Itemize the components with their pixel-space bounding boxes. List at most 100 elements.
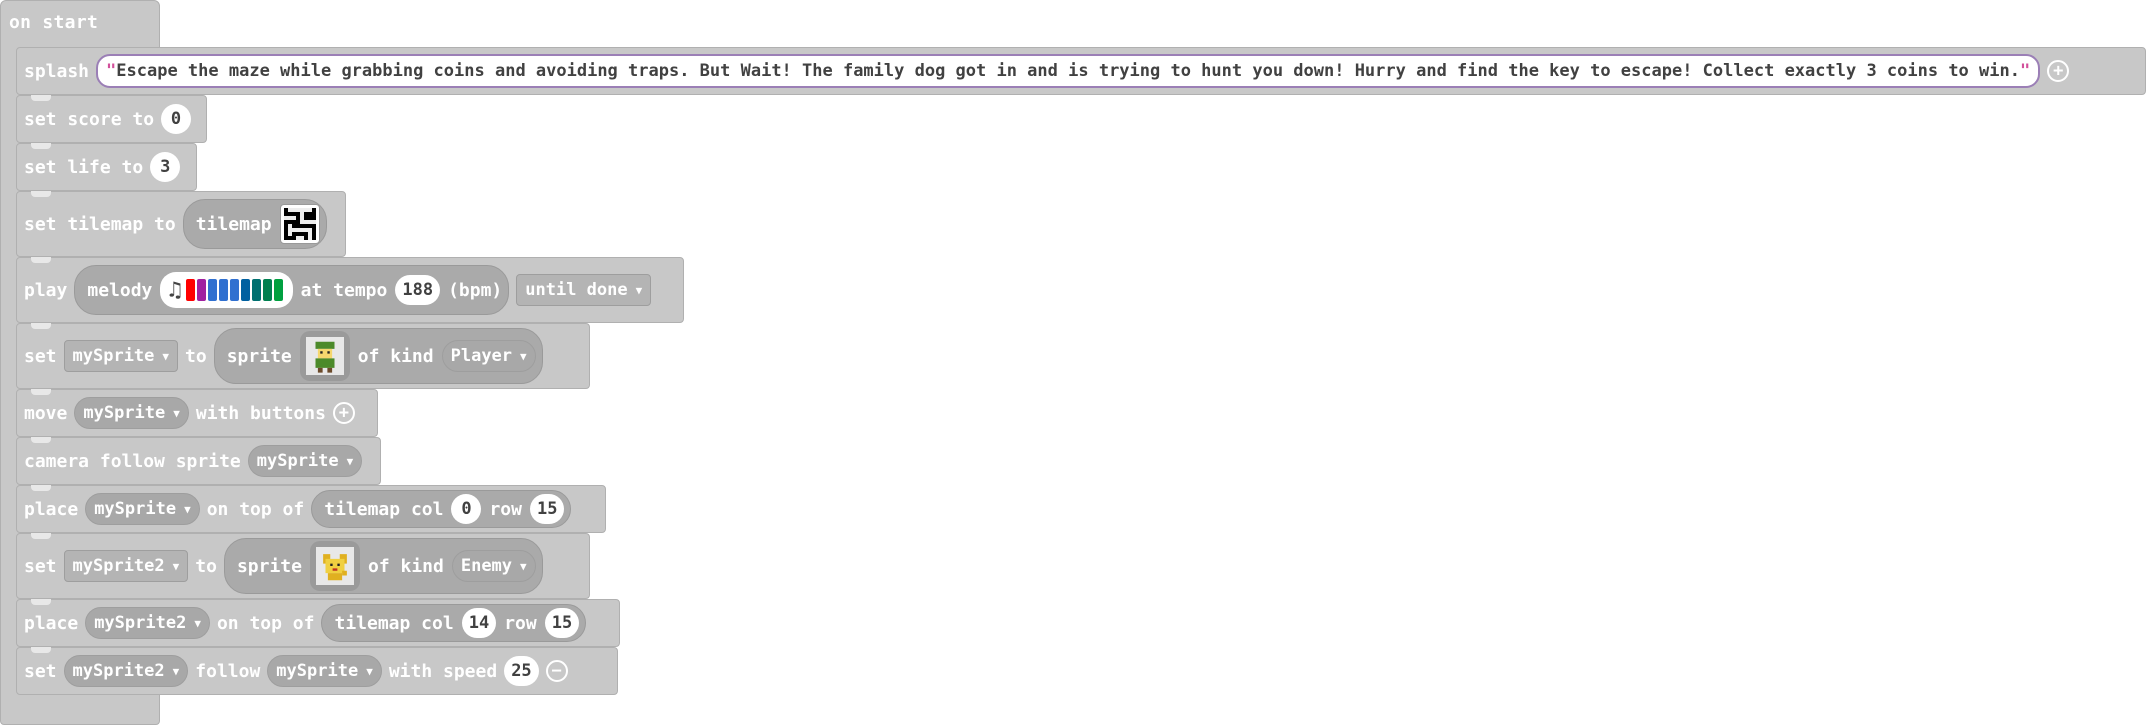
splash-text: Escape the maze while grabbing coins and… [116, 61, 2020, 81]
chevron-down-icon: ▼ [172, 559, 180, 573]
set-sprite-enemy-block[interactable]: set mySprite2 ▼ to sprite of kind Enemy … [16, 533, 590, 599]
kind-value: Player [450, 346, 513, 366]
place-sprite2-block[interactable]: place mySprite2 ▼ on top of tilemap col … [16, 599, 620, 647]
on-top-of-label: on top of [216, 612, 315, 634]
variable-value: mySprite [94, 499, 177, 519]
chevron-down-icon: ▼ [172, 664, 180, 678]
melody-note-bar [229, 279, 239, 301]
kind-value: Enemy [460, 556, 513, 576]
camera-follow-block[interactable]: camera follow sprite mySprite ▼ [16, 437, 381, 485]
play-keyword: play [24, 279, 68, 301]
follow-label: follow [195, 660, 261, 682]
melody-note-bar [207, 279, 217, 301]
close-quote: " [2019, 61, 2031, 81]
kind-dropdown-player[interactable]: Player ▼ [441, 340, 536, 372]
follow-block[interactable]: set mySprite2 ▼ follow mySprite ▼ with s… [16, 647, 618, 695]
variable-dropdown-mysprite[interactable]: mySprite ▼ [74, 397, 189, 429]
variable-value: mySprite [256, 451, 339, 471]
tilemap-location-reporter[interactable]: tilemap col 14 row 15 [321, 604, 587, 642]
melody-note-bar [196, 279, 206, 301]
to-keyword: to [195, 555, 217, 577]
row-label: row [489, 498, 522, 520]
plus-circle-icon[interactable]: + [2047, 60, 2070, 82]
on-start-label: on start [9, 12, 99, 33]
maze-icon [283, 208, 316, 240]
with-speed-label: with speed [388, 660, 498, 682]
set-life-keyword: set life to [24, 156, 144, 178]
row-label: row [504, 612, 537, 634]
tempo-input[interactable]: 188 [395, 275, 441, 305]
tilemap-col-label: tilemap col [334, 612, 454, 634]
melody-editor[interactable]: ♫ [160, 272, 293, 308]
life-value-input[interactable]: 3 [150, 152, 181, 182]
place-keyword: place [24, 498, 79, 520]
variable-dropdown-mysprite[interactable]: mySprite ▼ [63, 340, 179, 372]
move-with-buttons-block[interactable]: move mySprite ▼ with buttons + [16, 389, 378, 437]
play-melody-block[interactable]: play melody ♫ at tempo 188 (bpm) until d… [16, 257, 684, 323]
set-score-block[interactable]: set score to 0 [16, 95, 207, 143]
chevron-down-icon: ▼ [346, 454, 354, 468]
row-input[interactable]: 15 [529, 494, 565, 524]
open-quote: " [106, 61, 117, 81]
set-keyword: set [24, 555, 57, 577]
minus-circle-icon[interactable]: − [545, 660, 568, 682]
tilemap-label: tilemap [195, 213, 272, 235]
play-mode-dropdown[interactable]: until done ▼ [516, 274, 652, 306]
col-input[interactable]: 0 [451, 494, 482, 524]
melody-reporter[interactable]: melody ♫ at tempo 188 (bpm) [74, 265, 510, 315]
splash-text-input[interactable]: " Escape the maze while grabbing coins a… [96, 54, 2041, 88]
chevron-down-icon: ▼ [366, 664, 373, 678]
player-sprite-image[interactable] [299, 331, 350, 381]
set-keyword: set [24, 345, 57, 367]
bpm-label: (bpm) [448, 279, 503, 301]
variable-value: mySprite2 [94, 613, 187, 633]
melody-label: melody [87, 279, 153, 301]
kind-dropdown-enemy[interactable]: Enemy ▼ [451, 550, 536, 582]
kind-label: of kind [367, 555, 444, 577]
play-mode-value: until done [525, 280, 628, 300]
splash-keyword: splash [24, 60, 90, 82]
sprite-label: sprite [226, 345, 292, 367]
set-sprite-player-block[interactable]: set mySprite ▼ to sprite of kind Player … [16, 323, 590, 389]
variable-value: mySprite2 [72, 661, 165, 681]
variable-dropdown-mysprite2[interactable]: mySprite2 ▼ [85, 607, 210, 639]
sprite-create-reporter[interactable]: sprite of kind Player ▼ [213, 328, 543, 384]
plus-circle-icon[interactable]: + [332, 402, 355, 424]
chevron-down-icon: ▼ [635, 283, 643, 297]
melody-note-bar [251, 279, 261, 301]
tilemap-thumbnail[interactable] [279, 204, 320, 244]
variable-dropdown-mysprite[interactable]: mySprite ▼ [85, 493, 200, 525]
camera-follow-keyword: camera follow sprite [24, 450, 241, 472]
splash-block[interactable]: splash " Escape the maze while grabbing … [16, 47, 2146, 95]
chevron-down-icon: ▼ [184, 502, 191, 516]
player-character-icon [305, 337, 344, 375]
chevron-down-icon: ▼ [162, 349, 170, 363]
melody-note-bar [273, 279, 283, 301]
set-tilemap-keyword: set tilemap to [24, 213, 176, 235]
target-dropdown-mysprite[interactable]: mySprite ▼ [267, 655, 382, 687]
speed-input[interactable]: 25 [504, 656, 539, 686]
row-input[interactable]: 15 [544, 608, 580, 638]
variable-value: mySprite [83, 403, 166, 423]
set-tilemap-block[interactable]: set tilemap to tilemap [16, 191, 346, 257]
chevron-down-icon: ▼ [520, 559, 527, 573]
score-value-input[interactable]: 0 [161, 104, 192, 134]
chevron-down-icon: ▼ [194, 616, 201, 630]
place-sprite-block[interactable]: place mySprite ▼ on top of tilemap col 0… [16, 485, 606, 533]
on-top-of-label: on top of [206, 498, 305, 520]
enemy-sprite-image[interactable] [309, 541, 360, 591]
set-life-block[interactable]: set life to 3 [16, 143, 197, 191]
tilemap-location-reporter[interactable]: tilemap col 0 row 15 [311, 490, 572, 528]
melody-note-bar [240, 279, 250, 301]
col-input[interactable]: 14 [461, 608, 497, 638]
set-keyword: set [24, 660, 57, 682]
tilemap-reporter[interactable]: tilemap [182, 199, 327, 249]
sprite-label: sprite [236, 555, 302, 577]
sprite-create-reporter[interactable]: sprite of kind Enemy ▼ [223, 538, 543, 594]
chevron-down-icon: ▼ [173, 406, 180, 420]
variable-dropdown-mysprite2[interactable]: mySprite2 ▼ [63, 550, 189, 582]
variable-dropdown-mysprite[interactable]: mySprite ▼ [247, 445, 363, 477]
melody-note-bar [185, 279, 195, 301]
variable-dropdown-mysprite2[interactable]: mySprite2 ▼ [63, 655, 189, 687]
tilemap-col-label: tilemap col [324, 498, 444, 520]
